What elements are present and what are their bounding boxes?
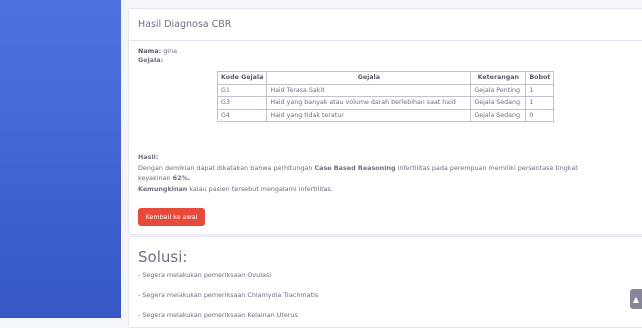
- card-header: Hasil Diagnosa CBR: [129, 9, 642, 41]
- hasil-line-1: Dengan demikian dapat dikatakan bahwa pe…: [138, 164, 578, 173]
- table-cell: Gejala Penting: [470, 83, 527, 97]
- table-cell: G1: [216, 83, 268, 97]
- list-item: - Segera melakukan pemeriksaan Kelainan …: [138, 311, 298, 319]
- table-header: Keterangan: [470, 71, 527, 85]
- main-content: Hasil Diagnosa CBR Nama: gina Gejala: Ko…: [121, 0, 642, 328]
- list-item: - Segera melakukan pemeriksaan Chlamydia…: [138, 291, 319, 299]
- gejala-label: Gejala:: [138, 56, 164, 64]
- table-cell: 1: [525, 83, 555, 97]
- table-cell: Haid yang tidak teratur: [266, 108, 472, 122]
- table-cell: 0: [525, 108, 555, 122]
- scroll-to-top-button[interactable]: ▲: [630, 289, 642, 309]
- kemungkinan-line: Kemungkinan kalau pasien tersebut mengal…: [138, 185, 333, 194]
- hasil-text: keyakinan: [138, 174, 173, 182]
- nama-label: Nama:: [138, 47, 162, 55]
- table-cell: G3: [216, 96, 268, 110]
- gejala-table: Kode Gejala Gejala Keterangan Bobot G1 H…: [216, 71, 555, 122]
- table-row: G1 Haid Terasa Sakit Gejala Penting 1: [216, 83, 555, 97]
- hasil-label: Hasil:: [138, 153, 159, 161]
- table-row: G4 Haid yang tidak teratur Gejala Sedang…: [216, 108, 555, 122]
- list-item: - Segera melakukan pemeriksaan Ovulasi: [138, 271, 272, 279]
- table-cell: Haid Terasa Sakit: [266, 83, 472, 97]
- hasil-line-2: keyakinan 62%.: [138, 174, 190, 183]
- table-header: Bobot: [525, 71, 555, 85]
- table-header: Gejala: [266, 71, 472, 85]
- sidebar: [0, 0, 121, 318]
- table-row: G3 Haid yang banyak atau volume darah be…: [216, 96, 555, 110]
- table-cell: G4: [216, 108, 268, 122]
- chevron-up-icon: ▲: [632, 294, 640, 304]
- hasil-text: infertilitas pada perempuan memiliki per…: [395, 164, 578, 172]
- page-title: Hasil Diagnosa CBR: [138, 19, 232, 30]
- table-cell: Gejala Sedang: [470, 96, 527, 110]
- table-cell: 1: [525, 96, 555, 110]
- table-header: Kode Gejala: [216, 71, 268, 85]
- solution-title: Solusi:: [138, 248, 188, 266]
- hasil-text: Dengan demikian dapat dikatakan bahwa pe…: [138, 164, 315, 172]
- solution-card: Solusi: - Segera melakukan pemeriksaan O…: [128, 236, 642, 328]
- back-to-start-button[interactable]: Kembali ke awal: [138, 208, 205, 226]
- percentage-value: 62%.: [172, 174, 191, 182]
- kemungkinan-text: kalau pasien tersebut mengalami infertil…: [187, 185, 333, 193]
- kemungkinan-label: Kemungkinan: [138, 185, 188, 193]
- table-cell: Haid yang banyak atau volume darah berle…: [266, 96, 472, 110]
- nama-value: gina: [163, 47, 178, 55]
- diagnosis-card: Hasil Diagnosa CBR Nama: gina Gejala: Ko…: [128, 8, 642, 235]
- cbr-term: Case Based Reasoning: [314, 164, 396, 172]
- table-cell: Gejala Sedang: [470, 108, 527, 122]
- table-header-row: Kode Gejala Gejala Keterangan Bobot: [216, 71, 555, 85]
- nama-line: Nama: gina: [138, 47, 177, 56]
